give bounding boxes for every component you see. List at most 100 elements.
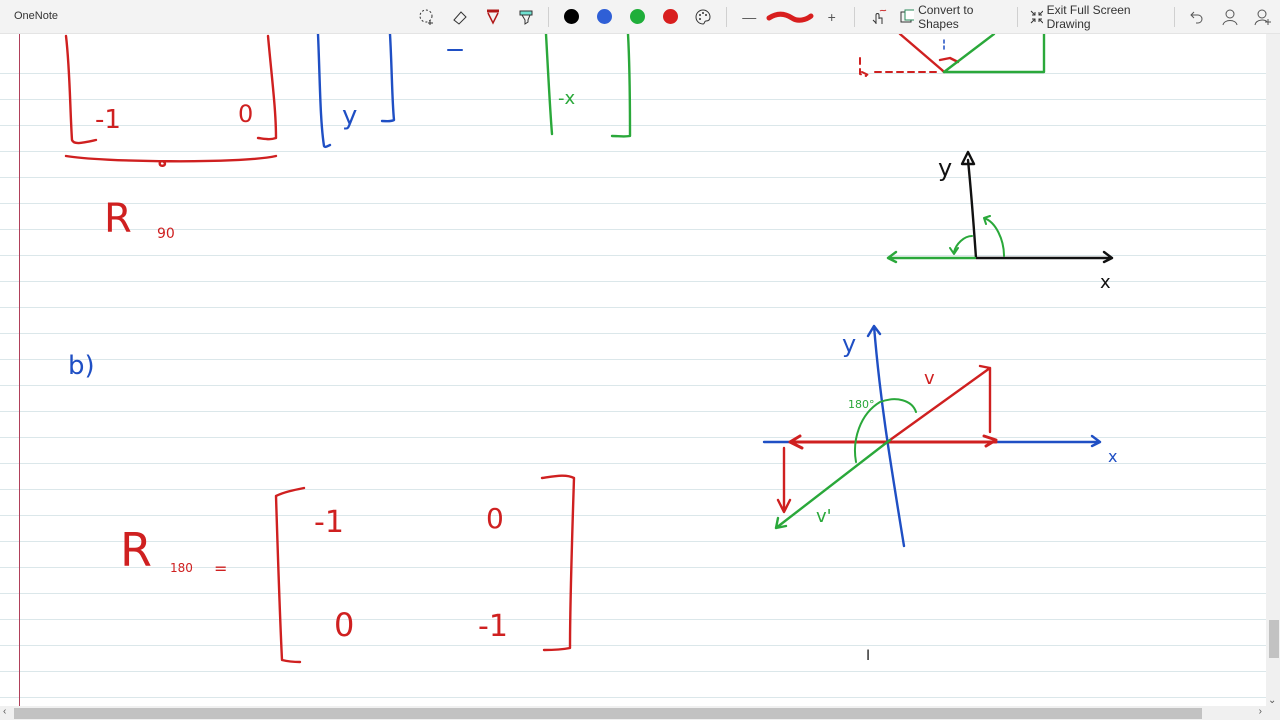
undo-button[interactable]: [1181, 0, 1214, 33]
black-swatch-icon: [563, 9, 579, 24]
vector-xy: [316, 34, 463, 149]
toolbar-divider: [725, 6, 727, 27]
ink-stroke: [1222, 19, 1238, 25]
matrix-right-bracket: [256, 34, 278, 141]
thickness-decrease-button[interactable]: —: [733, 0, 766, 33]
diagram2-x-label: x: [1108, 447, 1117, 466]
pen-button[interactable]: [476, 0, 509, 33]
ink-stroke: [776, 446, 792, 514]
diagram2-y-label: y: [842, 330, 856, 358]
horizontal-scrollbar[interactable]: ‹ ›: [0, 706, 1280, 720]
vertical-scroll-thumb[interactable]: [1269, 620, 1279, 658]
highlighter-button[interactable]: [509, 0, 542, 33]
person-icon: [1222, 9, 1238, 25]
vector-v-prime-label: v': [816, 506, 832, 527]
color-green-button[interactable]: [621, 0, 654, 33]
r180-entry-12: 0: [486, 502, 504, 535]
ink-stroke: [966, 158, 1114, 264]
r90-label: R: [104, 196, 132, 242]
share-button[interactable]: [1247, 0, 1280, 33]
angle-label: 180°: [848, 398, 875, 411]
toolbar-divider: [1017, 6, 1019, 27]
touch-drawing-button[interactable]: [861, 0, 894, 33]
vertical-scrollbar[interactable]: ⌄: [1266, 34, 1280, 706]
title-bar: OneNote — + Convert to Shapes Exit Full …: [0, 0, 1280, 34]
r180-label-sub: 180: [170, 561, 193, 575]
ink-stroke: [898, 34, 946, 74]
ink-stroke: [888, 364, 992, 442]
toolbar-divider: [854, 6, 856, 27]
ink-canvas: -1 0 R 90 y -x y x b) y x v v' 180° R 18…: [64, 34, 1117, 664]
convert-shapes-icon: [900, 9, 915, 22]
color-blue-button[interactable]: [588, 0, 621, 33]
ink-stroke: [540, 474, 576, 652]
green-swatch-icon: [629, 9, 645, 24]
vector-v-label: v: [924, 368, 935, 389]
thickness-increase-button[interactable]: +: [815, 0, 848, 33]
touch-draw-icon: [872, 9, 886, 24]
ink-stroke: [1030, 10, 1043, 23]
r180-label: R: [120, 523, 152, 577]
ink-stroke: [486, 9, 499, 25]
app-title: OneNote: [14, 10, 59, 22]
ink-stroke: [774, 438, 892, 530]
r90-entry-2: 0: [238, 100, 253, 128]
convert-to-shapes-label: Convert to Shapes: [918, 2, 974, 31]
color-red-button[interactable]: [654, 0, 687, 33]
scroll-left-icon[interactable]: ‹: [3, 706, 6, 717]
color-black-button[interactable]: [555, 0, 588, 33]
ink-stroke: [274, 486, 306, 664]
drawing-toolbar: — + Convert to Shapes Exit Full Screen D…: [410, 0, 1280, 33]
blue-swatch-icon: [596, 9, 612, 24]
pen-icon: [486, 9, 499, 25]
ink-stroke: [521, 14, 530, 25]
current-stroke-preview: [766, 0, 815, 33]
ink-stroke: [866, 324, 906, 548]
diagram1-y-label: y: [938, 154, 952, 182]
ink-stroke: [938, 56, 960, 64]
more-colors-button[interactable]: [687, 0, 720, 33]
matrix-left-bracket: [64, 34, 98, 145]
ink-stroke: -1 0 R 90 y -x y x b) y x v v' 180° R 18…: [64, 34, 1117, 664]
scroll-right-icon[interactable]: ›: [1259, 706, 1262, 717]
undo-icon: [1190, 11, 1203, 23]
horizontal-scroll-thumb[interactable]: [14, 708, 1202, 719]
ink-stroke: [879, 9, 886, 11]
vector-entry-y: y: [342, 101, 357, 131]
ink-stroke: [886, 250, 977, 264]
diagram1-x-label: x: [1100, 272, 1111, 293]
r90-entry-1: -1: [95, 105, 121, 135]
r90-label-sub: 90: [157, 226, 175, 242]
ink-stroke: [610, 34, 632, 138]
toolbar-divider: [1174, 6, 1175, 27]
ink-stroke: [427, 19, 433, 25]
ink-stroke: [380, 34, 396, 123]
exit-fullscreen-icon: [1030, 10, 1043, 23]
ink-stroke: [949, 235, 973, 255]
top-right-diagram: [859, 34, 1046, 77]
rotation-diagram-2: [762, 324, 1102, 548]
lasso-select-button[interactable]: [410, 0, 443, 33]
text-cursor-icon: I: [866, 648, 871, 664]
eraser-button[interactable]: [443, 0, 476, 33]
add-person-icon: [1254, 9, 1272, 25]
section-b-marker: b): [68, 351, 95, 381]
r180-entry-21: 0: [334, 606, 354, 644]
lasso-icon: [419, 9, 433, 25]
ink-stroke: [983, 215, 1005, 257]
exit-full-screen-label: Exit Full Screen Drawing: [1046, 2, 1131, 31]
exit-full-screen-button[interactable]: Exit Full Screen Drawing: [1024, 0, 1168, 33]
account-button[interactable]: [1214, 0, 1247, 33]
ink-stroke: [519, 10, 532, 15]
convert-to-shapes-button[interactable]: Convert to Shapes: [894, 0, 1011, 33]
result-entry: -x: [558, 88, 575, 109]
stroke-preview-icon: [766, 11, 814, 23]
notebook-page[interactable]: -1 0 R 90 y -x y x b) y x v v' 180° R 18…: [0, 34, 1266, 706]
highlighter-icon: [519, 10, 532, 25]
ink-stroke: [872, 12, 883, 24]
r180-entry-11: -1: [314, 505, 344, 540]
r180-entry-22: -1: [478, 609, 508, 644]
ink-stroke: [452, 10, 467, 25]
scroll-down-icon[interactable]: ⌄: [1268, 695, 1276, 706]
r180-matrix: [274, 474, 576, 664]
